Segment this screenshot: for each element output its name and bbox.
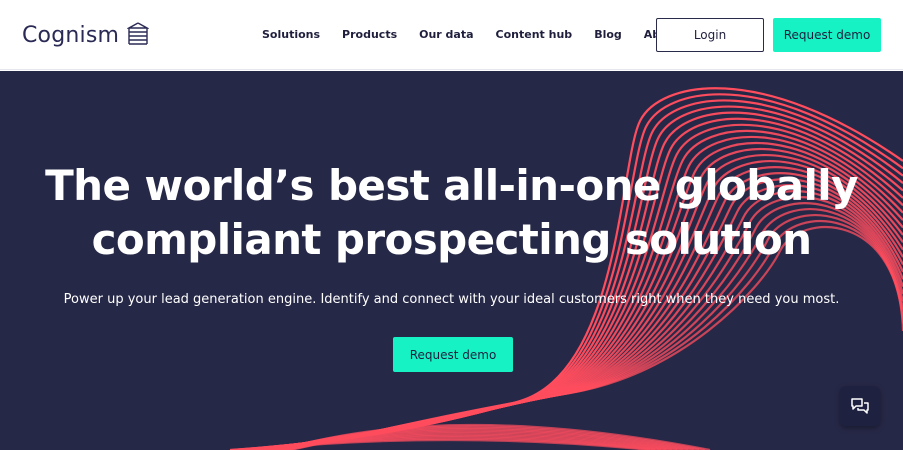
request-demo-button-hero[interactable]: Request demo: [393, 337, 513, 372]
nav-item-blog[interactable]: Blog: [594, 25, 622, 45]
hero-subtext: Power up your lead generation engine. Id…: [63, 292, 840, 307]
hero-headline: The world’s best all-in-one globally com…: [0, 159, 903, 267]
logo-link[interactable]: Cognism: [22, 18, 150, 52]
wave-line: [235, 99, 903, 450]
logo-text: Cognism: [22, 22, 120, 48]
hero-section: The world’s best all-in-one globally com…: [0, 71, 903, 450]
login-button[interactable]: Login: [656, 18, 764, 52]
nav-item-solutions[interactable]: Solutions: [262, 25, 320, 45]
chat-bubbles-icon: [851, 398, 869, 414]
nav-item-products[interactable]: Products: [342, 25, 397, 45]
main-nav: Solutions Products Our data Content hub …: [262, 25, 703, 45]
hero-headline-line-1: The world’s best all-in-one globally: [45, 161, 858, 210]
chat-widget-button[interactable]: [840, 386, 880, 426]
request-demo-button-header[interactable]: Request demo: [773, 18, 881, 52]
stacked-lines-logo-icon: [127, 22, 150, 45]
hero-headline-line-2: compliant prospecting solution: [91, 215, 812, 264]
nav-item-content-hub[interactable]: Content hub: [496, 25, 573, 45]
site-header: Cognism Solutions Products Our data Cont…: [0, 0, 903, 70]
nav-item-our-data[interactable]: Our data: [419, 25, 473, 45]
